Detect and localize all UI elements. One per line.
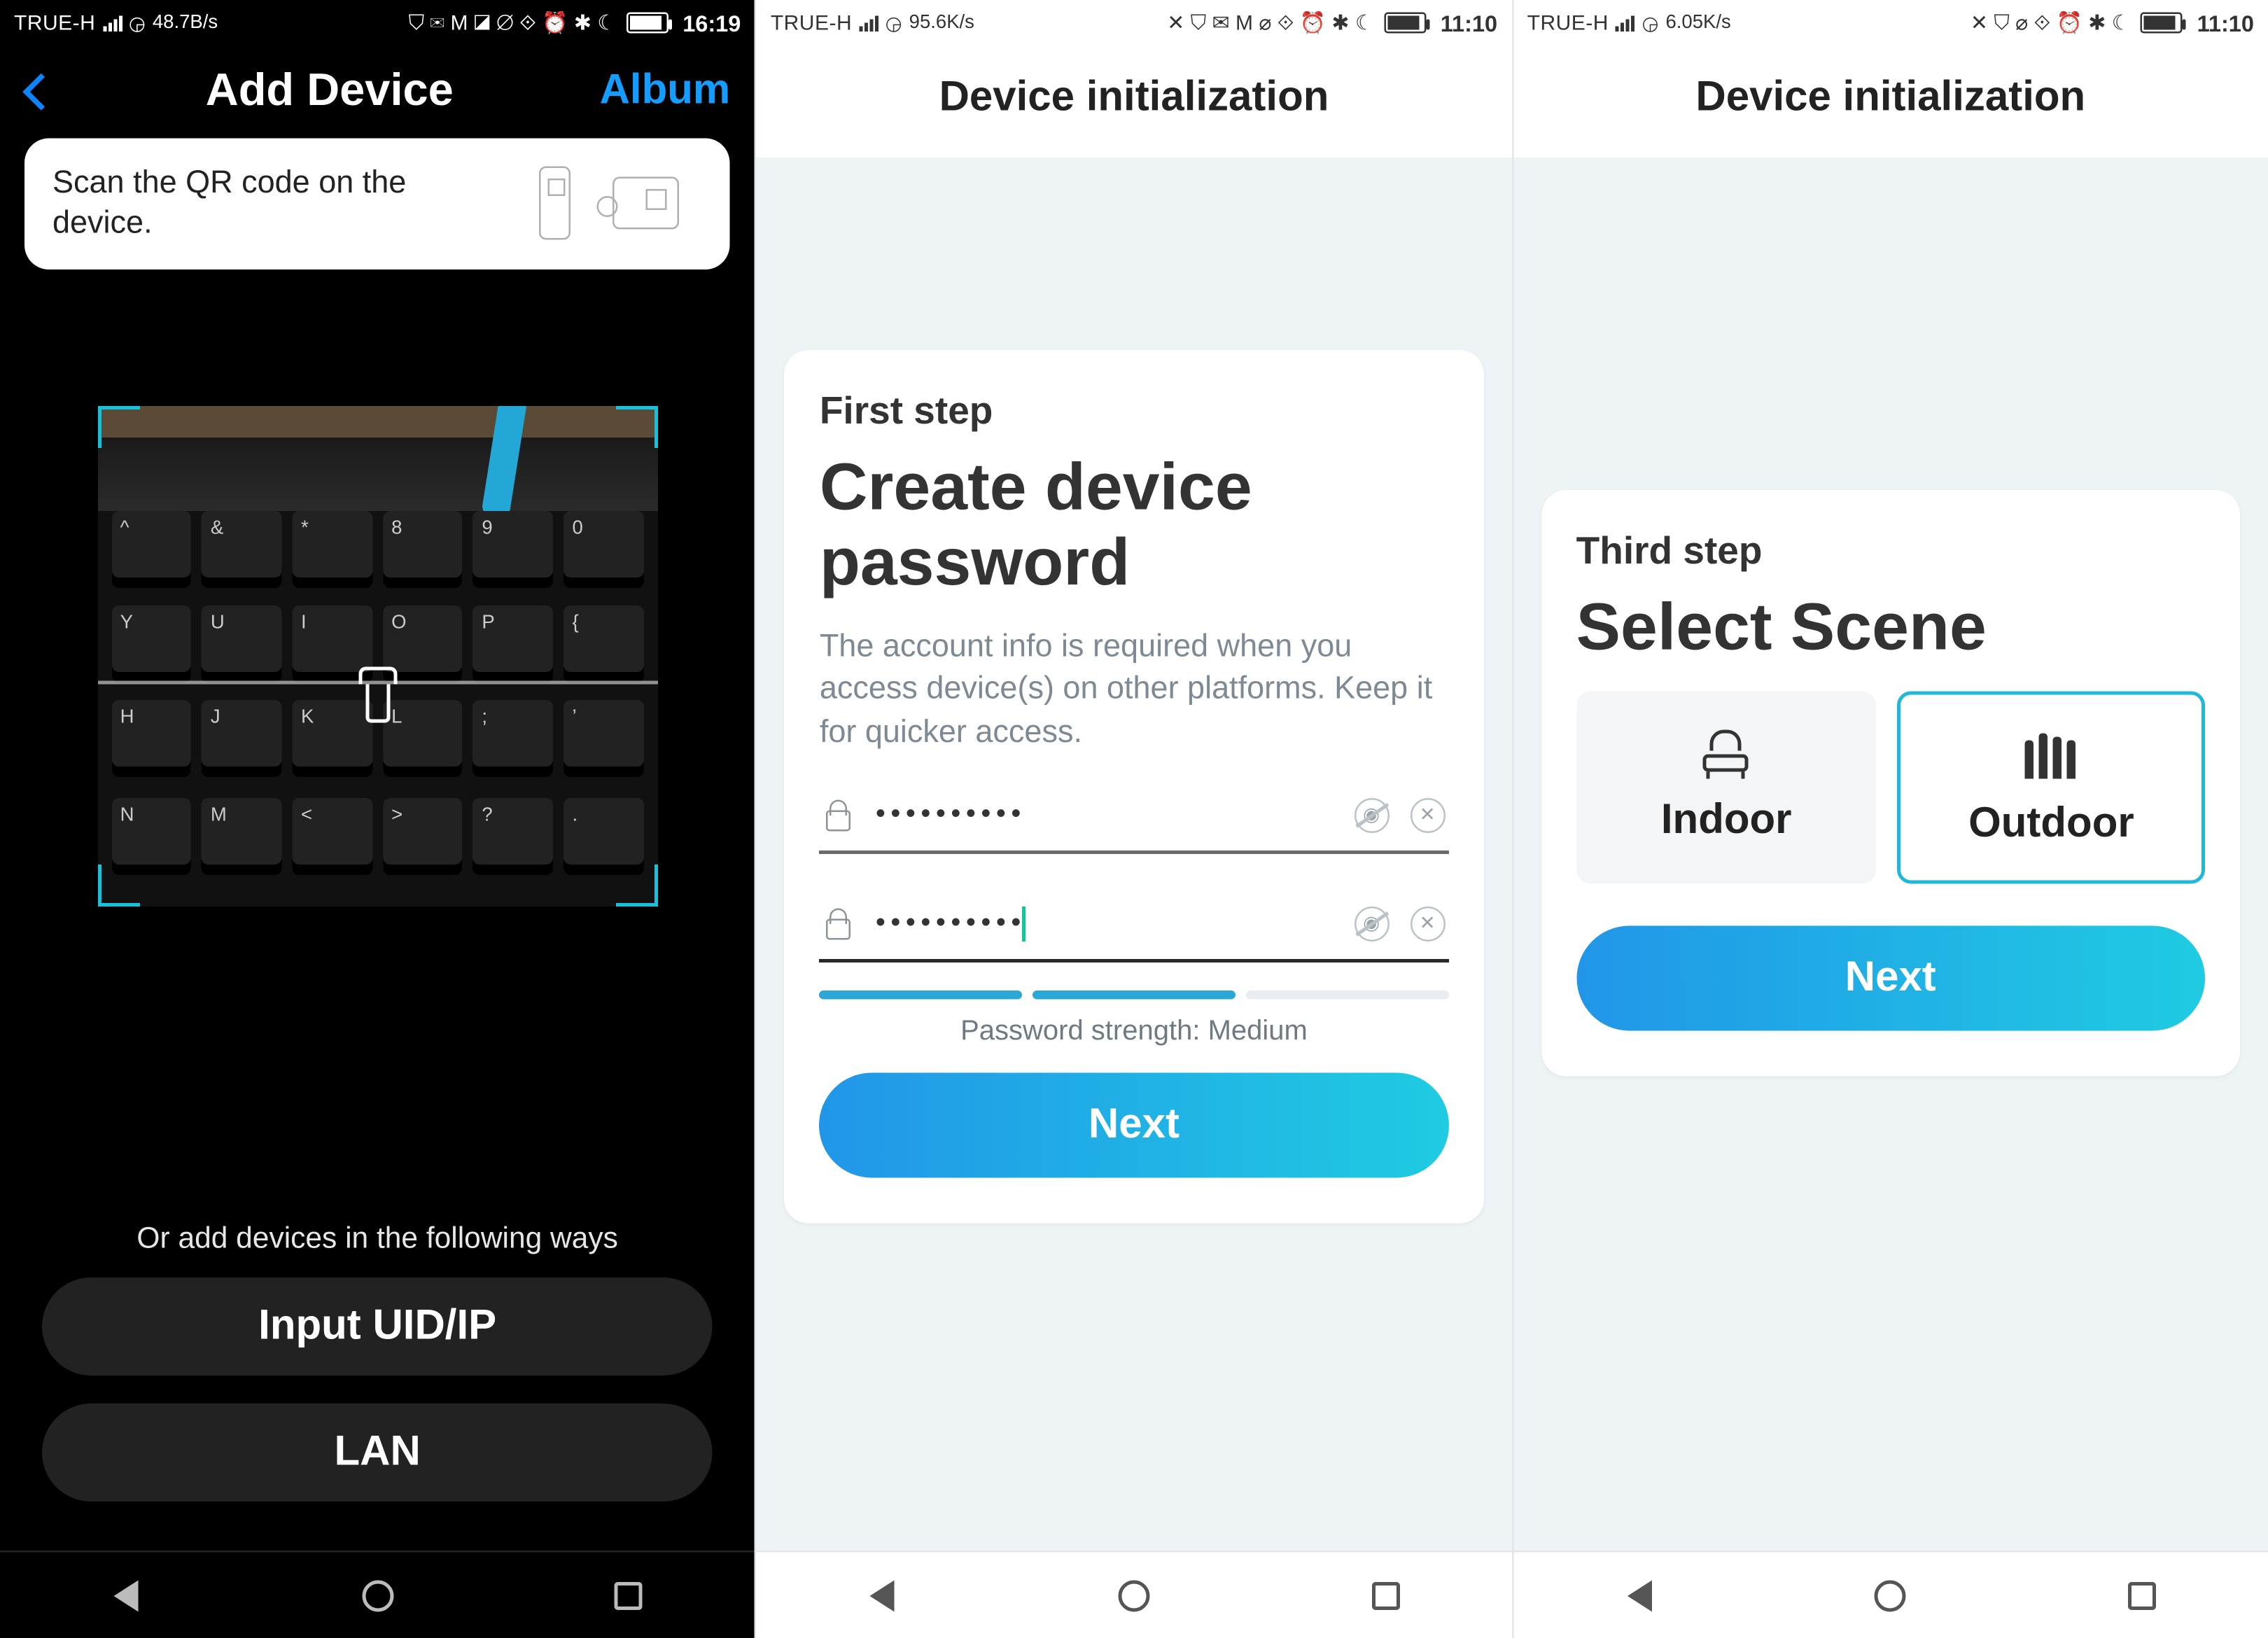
status-bar: TRUE-H ◶ 95.6K/s ✕ ⛉ ✉ M ⌀ ⟐ ⏰ ✱ ☾ 11:10 xyxy=(757,0,1511,46)
device-illustration-icon xyxy=(528,163,686,244)
clear-input-icon[interactable]: ✕ xyxy=(1410,798,1445,833)
password-strength-label: Password strength: Medium xyxy=(820,1016,1448,1048)
step-label: First step xyxy=(820,388,1448,434)
header: Add Device Album xyxy=(0,46,755,139)
scene-label: Indoor xyxy=(1661,795,1792,844)
status-bar: TRUE-H ◶ 6.05K/s ✕ ⛉ ⌀ ⟐ ⏰ ✱ ☾ 11:10 xyxy=(1513,0,2268,46)
card-desc: The account info is required when you ac… xyxy=(820,625,1448,752)
battery-icon xyxy=(626,13,668,34)
password-value: •••••••••• xyxy=(876,799,1333,831)
carrier-label: TRUE-H xyxy=(771,10,852,35)
back-button[interactable] xyxy=(14,67,59,113)
carrier-label: TRUE-H xyxy=(14,10,95,35)
input-uid-ip-button[interactable]: Input UID/IP xyxy=(42,1278,713,1376)
nav-back-button[interactable] xyxy=(860,1572,905,1618)
page-title: Device initialization xyxy=(757,46,1511,158)
password-field[interactable]: •••••••••• ◉ ✕ xyxy=(820,784,1448,854)
next-button[interactable]: Next xyxy=(1576,925,2205,1030)
scene-card: Third step Select Scene Indoor Outdoor xyxy=(1541,490,2240,1075)
kb-row: ^&*890 xyxy=(111,510,643,587)
carrier-label: TRUE-H xyxy=(1527,10,1609,35)
screen-select-scene: TRUE-H ◶ 6.05K/s ✕ ⛉ ⌀ ⟐ ⏰ ✱ ☾ 11:10 Dev… xyxy=(1511,0,2268,1638)
status-icons: ✕ ⛉ ✉ M ⌀ ⟐ ⏰ ✱ ☾ xyxy=(1167,10,1374,36)
card-title: Create device password xyxy=(820,451,1448,601)
wifi-icon: ◶ xyxy=(1642,11,1658,34)
scan-hint-card: Scan the QR code on the device. xyxy=(24,139,730,270)
screen-add-device: TRUE-H ◶ 48.7B/s ⛉ ✉ M ◪ ⌀ ⟐ ⏰ ✱ ☾ 16:19… xyxy=(0,0,755,1638)
cellular-signal-icon xyxy=(1616,14,1635,31)
android-navbar xyxy=(0,1550,755,1638)
toggle-visibility-icon[interactable]: ◉ xyxy=(1354,798,1389,833)
status-icons: ⛉ ✉ M ◪ ⌀ ⟐ ⏰ ✱ ☾ xyxy=(409,10,617,36)
lan-button[interactable]: LAN xyxy=(42,1404,713,1502)
kb-row: NM<>?. xyxy=(111,797,643,874)
wifi-icon: ◶ xyxy=(886,11,902,34)
text-caret xyxy=(1023,906,1026,941)
confirm-password-value: •••••••••• xyxy=(876,906,1333,941)
password-strength-meter xyxy=(820,990,1448,1000)
battery-icon xyxy=(1385,13,1427,34)
lock-icon xyxy=(823,799,855,831)
nav-home-button[interactable] xyxy=(355,1572,400,1618)
alt-methods-label: Or add devices in the following ways xyxy=(42,1222,713,1256)
scanner-area: ^&*890 YUIOP{ HJKL;’ NM<>?. xyxy=(0,300,755,1194)
cellular-signal-icon xyxy=(102,14,122,31)
nav-home-button[interactable] xyxy=(1868,1572,1913,1618)
page-title: Device initialization xyxy=(1513,46,2268,158)
android-navbar xyxy=(757,1550,1511,1638)
card-title: Select Scene xyxy=(1576,592,2205,666)
nav-recent-button[interactable] xyxy=(1363,1572,1408,1618)
lock-icon xyxy=(823,908,855,939)
wifi-icon: ◶ xyxy=(129,11,146,34)
network-speed: 95.6K/s xyxy=(909,13,974,34)
network-speed: 48.7B/s xyxy=(153,13,218,34)
nav-recent-button[interactable] xyxy=(2120,1572,2165,1618)
clear-input-icon[interactable]: ✕ xyxy=(1410,906,1445,941)
scene-label: Outdoor xyxy=(1968,799,2134,848)
scan-hint-text: Scan the QR code on the device. xyxy=(52,163,507,245)
battery-icon xyxy=(2141,13,2183,34)
toggle-visibility-icon[interactable]: ◉ xyxy=(1354,906,1389,941)
clock: 11:10 xyxy=(2197,10,2254,36)
status-bar: TRUE-H ◶ 48.7B/s ⛉ ✉ M ◪ ⌀ ⟐ ⏰ ✱ ☾ 16:19 xyxy=(0,0,755,46)
flashlight-button[interactable] xyxy=(353,666,402,726)
network-speed: 6.05K/s xyxy=(1665,13,1730,34)
fence-icon xyxy=(2022,732,2081,781)
clock: 16:19 xyxy=(682,10,741,36)
scene-option-indoor[interactable]: Indoor xyxy=(1576,690,1877,883)
step-label: Third step xyxy=(1576,528,2205,574)
page-title: Add Device xyxy=(206,63,454,118)
screen-create-password: TRUE-H ◶ 95.6K/s ✕ ⛉ ✉ M ⌀ ⟐ ⏰ ✱ ☾ 11:10… xyxy=(755,0,1511,1638)
album-button[interactable]: Album xyxy=(600,66,731,115)
next-button[interactable]: Next xyxy=(820,1072,1448,1177)
nav-home-button[interactable] xyxy=(1111,1572,1156,1618)
confirm-password-field[interactable]: •••••••••• ◉ ✕ xyxy=(820,892,1448,962)
status-icons: ✕ ⛉ ⌀ ⟐ ⏰ ✱ ☾ xyxy=(1970,10,2131,36)
android-navbar xyxy=(1513,1550,2268,1638)
clock: 11:10 xyxy=(1441,10,1497,36)
nav-back-button[interactable] xyxy=(1616,1572,1662,1618)
nav-recent-button[interactable] xyxy=(606,1572,652,1618)
scene-option-outdoor[interactable]: Outdoor xyxy=(1898,690,2205,883)
sofa-icon xyxy=(1697,729,1756,778)
nav-back-button[interactable] xyxy=(103,1572,148,1618)
password-card: First step Create device password The ac… xyxy=(785,350,1483,1223)
cellular-signal-icon xyxy=(859,14,878,31)
camera-preview[interactable]: ^&*890 YUIOP{ HJKL;’ NM<>?. xyxy=(97,405,657,906)
